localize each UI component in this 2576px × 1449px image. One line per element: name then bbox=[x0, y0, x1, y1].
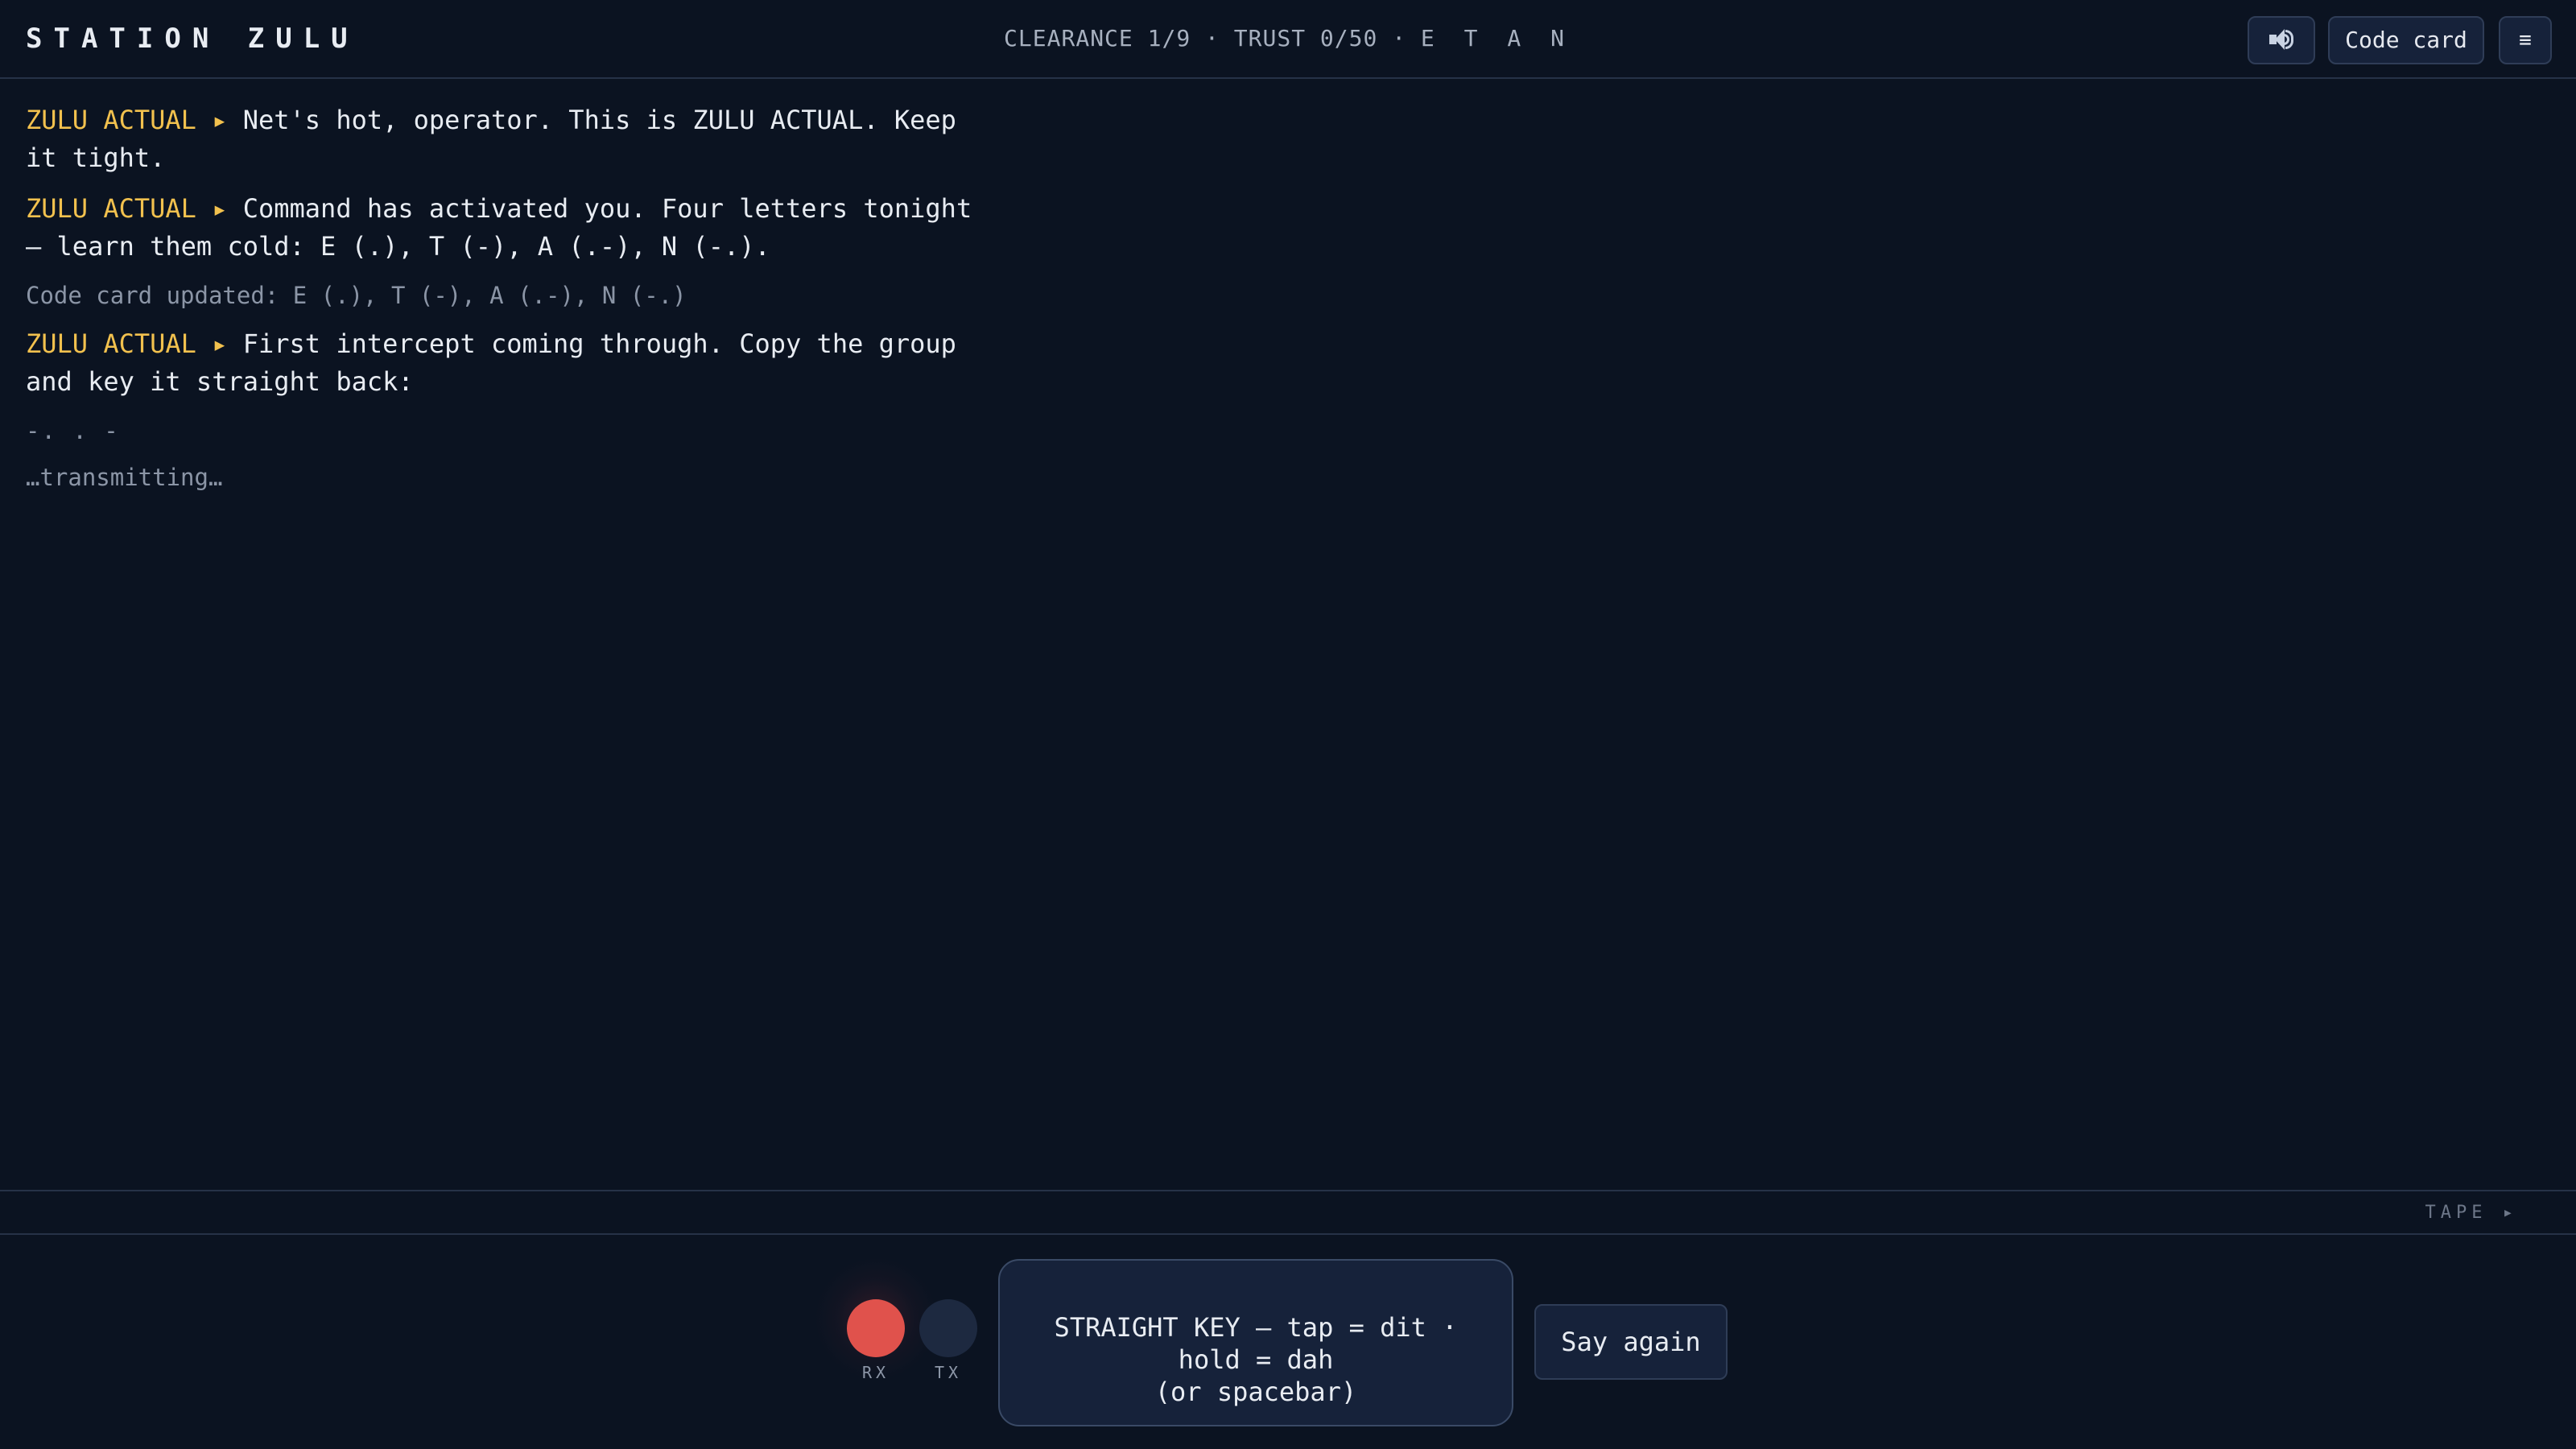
key-instructions-line3: (or spacebar) bbox=[1154, 1377, 1357, 1407]
speaker-name: ZULU ACTUAL bbox=[26, 105, 196, 135]
speaker-name: ZULU ACTUAL bbox=[26, 193, 196, 224]
log-message: ZULU ACTUAL ▸ First intercept coming thr… bbox=[26, 325, 976, 401]
learned-letters: E T A N bbox=[1420, 25, 1572, 52]
arrow-icon: ▸ bbox=[212, 193, 228, 224]
arrow-icon: ▸ bbox=[212, 105, 228, 135]
clearance-trust-text: CLEARANCE 1/9 · TRUST 0/50 · bbox=[1004, 25, 1421, 52]
say-again-button[interactable]: Say again bbox=[1534, 1304, 1728, 1380]
rx-label: RX bbox=[861, 1363, 890, 1382]
tape-label: TAPE ▸ bbox=[2425, 1203, 2518, 1223]
tx-lamp bbox=[919, 1299, 977, 1357]
log-message: ZULU ACTUAL ▸ Net's hot, operator. This … bbox=[26, 101, 976, 177]
station-zulu-app: STATION ZULU CLEARANCE 1/9 · TRUST 0/50 … bbox=[0, 0, 2576, 1449]
rx-lamp bbox=[847, 1299, 905, 1357]
key-instructions-line1: STRAIGHT KEY — tap = dit · bbox=[1054, 1312, 1458, 1343]
speaker-name: ZULU ACTUAL bbox=[26, 328, 196, 359]
morse-group: -. . - bbox=[26, 417, 120, 444]
arrow-icon: ▸ bbox=[212, 328, 228, 359]
log-message: ZULU ACTUAL ▸ Command has activated you.… bbox=[26, 190, 976, 266]
key-instructions-line2: hold = dah bbox=[1178, 1344, 1334, 1375]
straight-key-button[interactable]: STRAIGHT KEY — tap = dit · hold = dah (o… bbox=[998, 1259, 1513, 1426]
menu-button[interactable]: ≡ bbox=[2499, 16, 2552, 64]
transmitting-indicator: …transmitting… bbox=[26, 464, 223, 491]
tape-strip[interactable]: TAPE ▸ bbox=[0, 1190, 2576, 1235]
sound-toggle-button[interactable] bbox=[2248, 16, 2315, 64]
tx-label: TX bbox=[934, 1363, 963, 1382]
status-readout: CLEARANCE 1/9 · TRUST 0/50 · E T A N bbox=[0, 23, 2576, 55]
code-card-update-note: Code card updated: E (.), T (-), A (.-),… bbox=[26, 282, 687, 309]
speaker-icon bbox=[2268, 27, 2295, 52]
top-bar: STATION ZULU CLEARANCE 1/9 · TRUST 0/50 … bbox=[0, 0, 2576, 79]
code-card-button[interactable]: Code card bbox=[2328, 16, 2484, 64]
transmission-log: ZULU ACTUAL ▸ Net's hot, operator. This … bbox=[26, 101, 976, 494]
